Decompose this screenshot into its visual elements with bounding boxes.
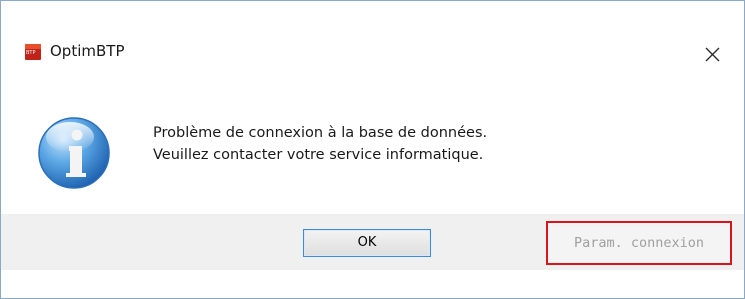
dialog-content: Problème de connexion à la base de donné…: [1, 92, 744, 214]
connection-settings-button[interactable]: Param. connexion: [546, 221, 732, 265]
app-logo-text: BTP: [26, 50, 36, 56]
app-logo-icon: BTP: [25, 44, 41, 60]
close-icon: [705, 47, 720, 62]
close-button[interactable]: [694, 35, 732, 73]
bottom-margin: [1, 270, 744, 298]
error-message: Problème de connexion à la base de donné…: [153, 122, 487, 166]
title-bar: BTP OptimBTP: [1, 1, 744, 92]
message-dialog: BTP OptimBTP Problème de connexion à la …: [0, 0, 745, 299]
window-title: OptimBTP: [50, 42, 125, 60]
message-line-1: Problème de connexion à la base de donné…: [153, 125, 488, 141]
message-line-2: Veuillez contacter votre service informa…: [153, 147, 484, 163]
app-logo-stripe: [25, 44, 41, 49]
ok-button[interactable]: OK: [303, 229, 431, 257]
information-icon: [38, 117, 110, 189]
dialog-footer: OK Param. connexion: [1, 214, 744, 270]
